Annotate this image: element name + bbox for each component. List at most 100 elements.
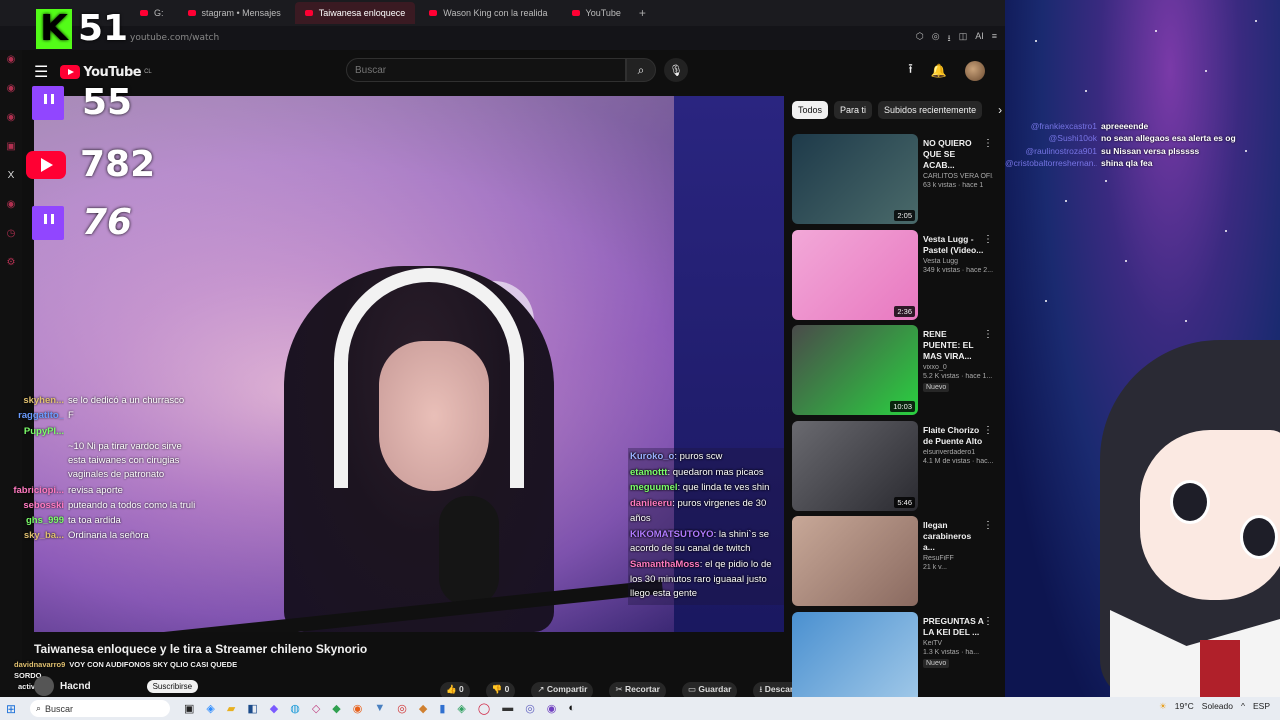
video-thumbnail[interactable]: 10:03 bbox=[792, 325, 918, 415]
search-button[interactable]: ⌕ bbox=[626, 58, 656, 82]
weather-desc[interactable]: Soleado bbox=[1202, 701, 1233, 712]
video-channel[interactable]: KeiTV bbox=[923, 640, 993, 647]
video-thumbnail[interactable] bbox=[792, 516, 918, 606]
extension-icon[interactable]: ⬡ bbox=[916, 31, 924, 47]
app-icon[interactable]: ◎ bbox=[525, 702, 535, 715]
app-icon[interactable]: ◉ bbox=[547, 702, 557, 715]
video-info: PREGUNTAS A LA KEI DEL ... KeiTV 1.3 K vis… bbox=[923, 612, 993, 708]
chrome-icon[interactable]: ◎ bbox=[397, 702, 407, 715]
avatar[interactable] bbox=[965, 61, 985, 81]
recommended-video[interactable]: PREGUNTAS A LA KEI DEL ... KeiTV 1.3 K vis… bbox=[792, 611, 998, 708]
vpn-icon[interactable]: ◎ bbox=[932, 31, 940, 47]
recommended-video[interactable]: 2:36 Vesta Lugg - Pastel (Video... Vesta L… bbox=[792, 229, 998, 326]
channel-name[interactable]: Hacnd bbox=[60, 681, 91, 692]
twitch-icon[interactable]: ▣ bbox=[6, 141, 15, 152]
edge-icon[interactable]: ◍ bbox=[290, 702, 300, 715]
chat-username: Kuroko_o bbox=[630, 451, 675, 462]
vlc-icon[interactable]: ▼ bbox=[374, 702, 385, 715]
app-icon[interactable]: ◐ bbox=[568, 702, 575, 715]
app-icon[interactable]: ◆ bbox=[332, 702, 340, 715]
voice-search-button[interactable]: 🎙 bbox=[664, 58, 688, 82]
address-bar[interactable]: youtube.com/watch ⬡ ◎ ⭳ ◫ AI ≡ bbox=[0, 26, 1005, 50]
browser-tab[interactable]: stagram • Mensajes bbox=[178, 2, 291, 24]
menu-icon[interactable]: ≡ bbox=[992, 31, 997, 47]
whatsapp-icon[interactable]: ◉ bbox=[7, 83, 16, 94]
windows-start-icon[interactable]: ⊞ bbox=[6, 702, 24, 716]
bell-icon[interactable]: 🔔 bbox=[931, 63, 947, 79]
search-input[interactable] bbox=[347, 59, 625, 81]
chevron-right-icon[interactable]: › bbox=[998, 103, 1002, 117]
tray-chevron-icon[interactable]: ^ bbox=[1241, 701, 1245, 712]
chat-message: @frankiexcastro1 apreeeende bbox=[1005, 120, 1275, 132]
youtube-logo[interactable]: YouTube CL bbox=[60, 65, 152, 80]
copilot-icon[interactable]: ◈ bbox=[206, 702, 214, 715]
video-thumbnail[interactable]: 2:05 bbox=[792, 134, 918, 224]
hamburger-menu-icon[interactable]: ☰ bbox=[34, 62, 48, 82]
search-box[interactable] bbox=[346, 58, 626, 82]
language-indicator[interactable]: ESP bbox=[1253, 701, 1270, 712]
instagram-icon[interactable]: ◉ bbox=[7, 112, 16, 123]
video-thumbnail[interactable]: 2:36 bbox=[792, 229, 918, 320]
upload-icon[interactable]: ⭱ bbox=[908, 60, 913, 82]
video-thumbnail[interactable] bbox=[792, 611, 918, 702]
filter-chip[interactable]: Todos bbox=[792, 101, 829, 119]
browser-tab[interactable]: YouTube bbox=[562, 2, 631, 24]
ai-button[interactable]: AI bbox=[975, 31, 984, 47]
history-icon[interactable]: ◷ bbox=[7, 228, 16, 239]
video-channel[interactable]: vixxo_0 bbox=[923, 364, 993, 371]
app-icon[interactable]: ▮ bbox=[439, 702, 445, 715]
subscribe-button[interactable]: Suscribirse bbox=[146, 679, 199, 693]
recommended-video[interactable]: llegan carabineros a... ResuFiFF 21 k v...… bbox=[792, 516, 998, 612]
recommended-video[interactable]: 10:03 RENE PUENTE: EL MAS VIRA... vixxo_0 5… bbox=[792, 325, 998, 421]
weather-temp[interactable]: 19°C bbox=[1175, 701, 1194, 712]
twitch2-count: 76 bbox=[82, 202, 133, 243]
opera-icon[interactable]: ◯ bbox=[478, 702, 490, 715]
app-icon[interactable]: ◇ bbox=[312, 702, 320, 715]
more-options-icon[interactable]: ⋮ bbox=[983, 329, 993, 340]
browser-tab[interactable]: Wason King con la realida bbox=[419, 2, 557, 24]
snapshot-icon[interactable]: ◫ bbox=[959, 31, 968, 47]
app-icon[interactable]: ▬ bbox=[502, 702, 513, 715]
more-options-icon[interactable]: ⋮ bbox=[983, 425, 993, 436]
more-options-icon[interactable]: ⋮ bbox=[983, 616, 993, 627]
x-icon[interactable]: X bbox=[8, 170, 15, 181]
explorer-icon[interactable]: ▰ bbox=[227, 702, 235, 715]
video-duration: 5:46 bbox=[894, 496, 915, 508]
more-options-icon[interactable]: ⋮ bbox=[983, 234, 993, 245]
browser-tab[interactable]: G: bbox=[130, 2, 174, 24]
settings-icon[interactable]: ⚙ bbox=[7, 257, 16, 268]
recommended-video[interactable]: 2:05 NO QUIERO QUE SE ACAB... CARLITOS VER… bbox=[792, 134, 998, 230]
firefox-icon[interactable]: ◉ bbox=[353, 702, 363, 715]
video-channel[interactable]: Vesta Lugg bbox=[923, 258, 993, 265]
new-tab-button[interactable]: + bbox=[639, 6, 646, 20]
task-view-icon[interactable]: ▣ bbox=[184, 702, 194, 715]
app-icon[interactable]: ◈ bbox=[457, 702, 465, 715]
video-thumbnail[interactable]: 5:46 bbox=[792, 420, 918, 511]
channel-avatar[interactable] bbox=[34, 676, 54, 696]
more-options-icon[interactable]: ⋮ bbox=[983, 520, 993, 531]
taskbar-search[interactable]: ⌕ Buscar bbox=[30, 700, 170, 717]
video-channel[interactable]: elsuriverdadero1 bbox=[923, 449, 993, 456]
browser-tab[interactable]: Taiwanesa enloquece bbox=[294, 2, 416, 24]
chat-message: sebosski puteando a todos como la truli bbox=[6, 499, 201, 513]
filter-chip[interactable]: Subidos recientemente bbox=[878, 101, 983, 119]
share-label: Compartir bbox=[546, 684, 588, 694]
filter-chip[interactable]: Para ti bbox=[834, 101, 873, 119]
url-text[interactable]: youtube.com/watch bbox=[130, 33, 219, 43]
video-channel[interactable]: ResuFiFF bbox=[923, 555, 993, 562]
more-options-icon[interactable]: ⋮ bbox=[983, 138, 993, 149]
browser-tab-bar: G: stagram • Mensajes Taiwanesa enloquece W… bbox=[0, 0, 1005, 26]
app-icon[interactable]: ◆ bbox=[419, 702, 427, 715]
app-icon[interactable]: ◆ bbox=[270, 702, 278, 715]
weather-icon[interactable]: ☀ bbox=[1159, 701, 1167, 712]
star-decoration bbox=[1125, 260, 1127, 262]
messenger-icon[interactable]: ◉ bbox=[7, 54, 16, 65]
vscode-icon[interactable]: ◧ bbox=[247, 702, 257, 715]
tab-favicon-icon bbox=[140, 10, 148, 16]
download-icon[interactable]: ⭳ bbox=[948, 31, 951, 47]
chat-message: @cristobaltorreshernan... shina qla fea bbox=[1005, 157, 1275, 169]
vtuber-collar bbox=[1110, 610, 1280, 700]
recommended-video[interactable]: 5:46 Flaite Chorizo de Puente Alto elsuriv… bbox=[792, 420, 998, 517]
video-channel[interactable]: CARLITOS VERA OFI... bbox=[923, 173, 993, 180]
music-icon[interactable]: ◉ bbox=[7, 199, 16, 210]
